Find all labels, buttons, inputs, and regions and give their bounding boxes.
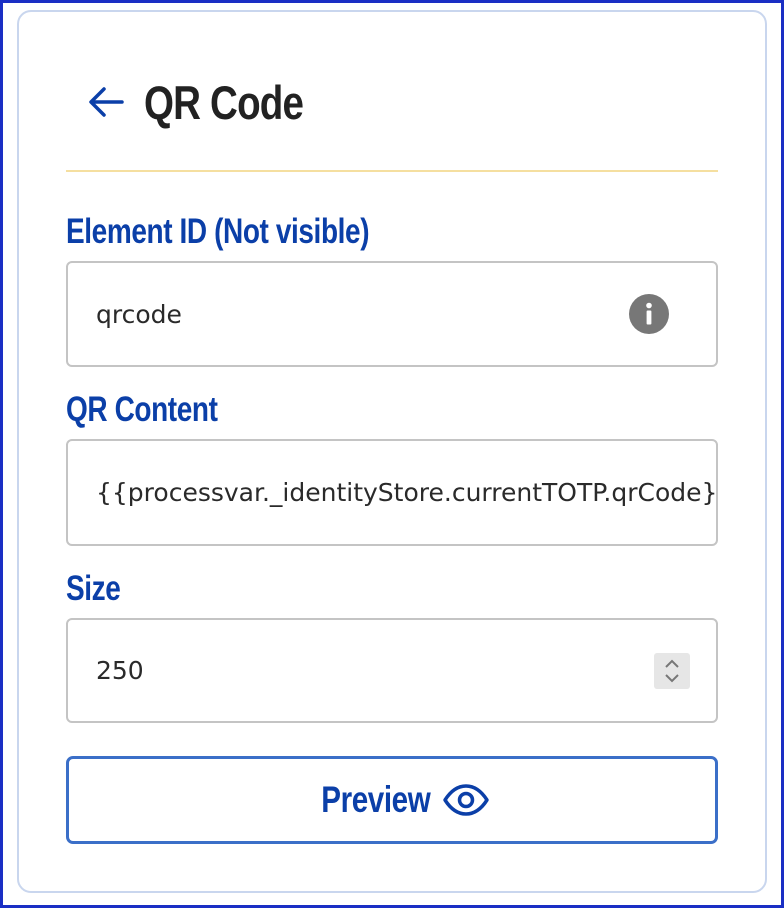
size-label: Size bbox=[66, 569, 121, 608]
stepper-down-icon[interactable] bbox=[662, 671, 682, 685]
info-icon[interactable] bbox=[629, 294, 669, 334]
qr-content-input[interactable] bbox=[68, 441, 716, 544]
header-divider bbox=[66, 170, 718, 172]
panel-header: QR Code bbox=[66, 70, 338, 134]
back-button[interactable] bbox=[84, 80, 128, 124]
stepper-up-icon[interactable] bbox=[662, 657, 682, 671]
qr-content-field bbox=[66, 439, 718, 546]
arrow-left-icon bbox=[89, 87, 124, 117]
size-field bbox=[66, 618, 718, 723]
page-title: QR Code bbox=[144, 75, 304, 129]
eye-icon bbox=[443, 784, 489, 816]
element-id-field bbox=[66, 261, 718, 367]
element-id-input[interactable] bbox=[68, 263, 629, 365]
size-stepper[interactable] bbox=[654, 652, 690, 689]
element-id-label: Element ID (Not visible) bbox=[66, 212, 370, 251]
preview-button[interactable]: Preview bbox=[66, 756, 718, 844]
size-input[interactable] bbox=[68, 620, 654, 721]
preview-button-label: Preview bbox=[321, 779, 431, 820]
qr-content-label: QR Content bbox=[66, 390, 218, 429]
